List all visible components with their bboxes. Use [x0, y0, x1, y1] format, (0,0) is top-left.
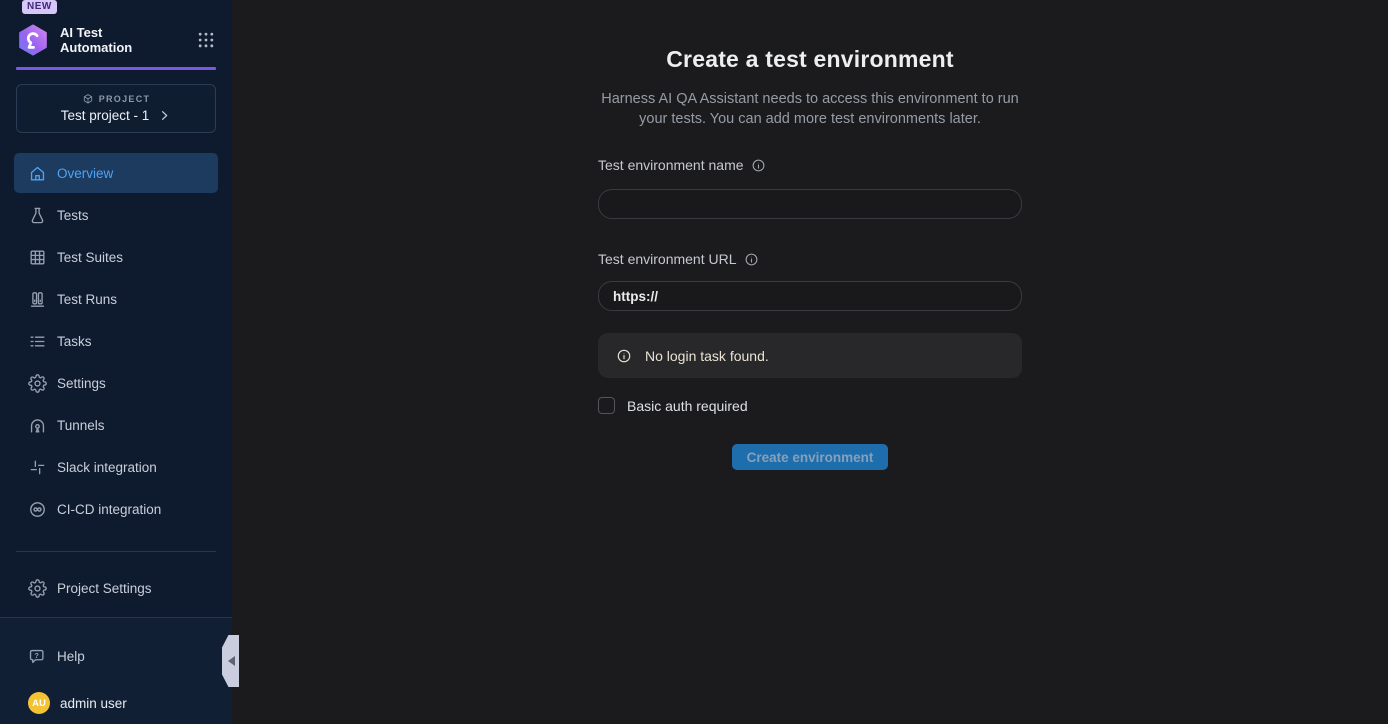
info-icon	[616, 348, 632, 364]
sidebar-item-label: Slack integration	[57, 460, 157, 475]
project-label: PROJECT	[99, 94, 151, 104]
sidebar-item-tunnels[interactable]: Tunnels	[14, 405, 218, 445]
login-task-notice: No login task found.	[598, 333, 1022, 378]
submit-row: Create environment	[598, 444, 1022, 470]
project-name-row: Test project - 1	[27, 108, 205, 123]
env-url-label-row: Test environment URL	[598, 251, 1022, 267]
brand-divider	[16, 67, 216, 70]
sidebar-item-label: CI-CD integration	[57, 502, 161, 517]
project-name: Test project - 1	[61, 108, 150, 123]
sidebar-bottom: ? Help AU admin user	[0, 617, 232, 724]
new-badge: NEW	[22, 0, 57, 14]
sidebar-item-help[interactable]: ? Help	[14, 636, 218, 676]
sidebar-item-label: Tasks	[57, 334, 92, 349]
gear-icon	[28, 374, 47, 393]
sidebar-item-test-suites[interactable]: Test Suites	[14, 237, 218, 277]
cicd-icon	[28, 500, 47, 519]
sidebar-item-ci-cd-integration[interactable]: CI-CD integration	[14, 489, 218, 529]
user-menu[interactable]: AU admin user	[14, 692, 218, 714]
info-icon[interactable]	[751, 158, 766, 173]
sidebar-item-tasks[interactable]: Tasks	[14, 321, 218, 361]
page-subtitle: Harness AI QA Assistant needs to access …	[598, 89, 1022, 129]
flask-icon	[28, 206, 47, 225]
create-environment-button[interactable]: Create environment	[732, 444, 889, 470]
sidebar-footer-nav: Project Settings	[14, 568, 218, 610]
basic-auth-row: Basic auth required	[598, 397, 1022, 414]
cube-icon	[82, 93, 94, 105]
sidebar-item-label: Tunnels	[57, 418, 105, 433]
brand-header: AI Test Automation	[0, 17, 232, 63]
app-root: NEW AI Test Automation PROJECT Test proj…	[0, 0, 1388, 724]
sidebar-collapse-handle[interactable]	[222, 635, 239, 687]
sidebar-item-project-settings[interactable]: Project Settings	[14, 568, 218, 608]
sidebar-item-label: Test Suites	[57, 250, 123, 265]
sidebar-nav: Overview Tests Test Suites Test Runs Tasks Se…	[14, 153, 218, 531]
create-environment-form: Create a test environment Harness AI QA …	[598, 46, 1022, 470]
sidebar-item-label: Tests	[57, 208, 89, 223]
app-title: AI Test Automation	[60, 25, 148, 55]
svg-text:?: ?	[34, 650, 39, 659]
sidebar-item-label: Overview	[57, 166, 113, 181]
env-url-input[interactable]	[598, 281, 1022, 311]
slack-icon	[28, 458, 47, 477]
sidebar-item-label: Settings	[57, 376, 106, 391]
sidebar-divider	[16, 551, 216, 552]
info-icon[interactable]	[744, 252, 759, 267]
grid-icon	[28, 248, 47, 267]
project-selector[interactable]: PROJECT Test project - 1	[16, 84, 216, 133]
tunnel-icon	[28, 416, 47, 435]
test-runs-icon	[28, 290, 47, 309]
sidebar: NEW AI Test Automation PROJECT Test proj…	[0, 0, 232, 724]
sidebar-item-label: Test Runs	[57, 292, 117, 307]
basic-auth-label: Basic auth required	[627, 398, 748, 414]
chevron-right-icon	[158, 109, 171, 122]
notice-text: No login task found.	[645, 348, 769, 364]
home-icon	[28, 164, 47, 183]
basic-auth-checkbox[interactable]	[598, 397, 615, 414]
avatar: AU	[28, 692, 50, 714]
app-logo-icon	[16, 23, 50, 57]
collapse-left-arrow-icon	[228, 656, 235, 666]
sidebar-item-label: Project Settings	[57, 581, 152, 596]
env-url-label: Test environment URL	[598, 251, 737, 267]
project-label-row: PROJECT	[27, 93, 205, 105]
page-title: Create a test environment	[598, 46, 1022, 73]
sidebar-item-tests[interactable]: Tests	[14, 195, 218, 235]
sidebar-item-slack-integration[interactable]: Slack integration	[14, 447, 218, 487]
gear-icon	[28, 579, 47, 598]
help-label: Help	[57, 649, 85, 664]
sidebar-item-settings[interactable]: Settings	[14, 363, 218, 403]
task-list-icon	[28, 332, 47, 351]
apps-grid-icon[interactable]	[196, 30, 216, 50]
env-name-label: Test environment name	[598, 157, 744, 173]
env-name-label-row: Test environment name	[598, 157, 1022, 173]
user-name: admin user	[60, 696, 127, 711]
main-content: Create a test environment Harness AI QA …	[232, 0, 1388, 724]
sidebar-item-test-runs[interactable]: Test Runs	[14, 279, 218, 319]
env-name-input[interactable]	[598, 189, 1022, 219]
help-icon: ?	[28, 647, 47, 666]
sidebar-item-overview[interactable]: Overview	[14, 153, 218, 193]
